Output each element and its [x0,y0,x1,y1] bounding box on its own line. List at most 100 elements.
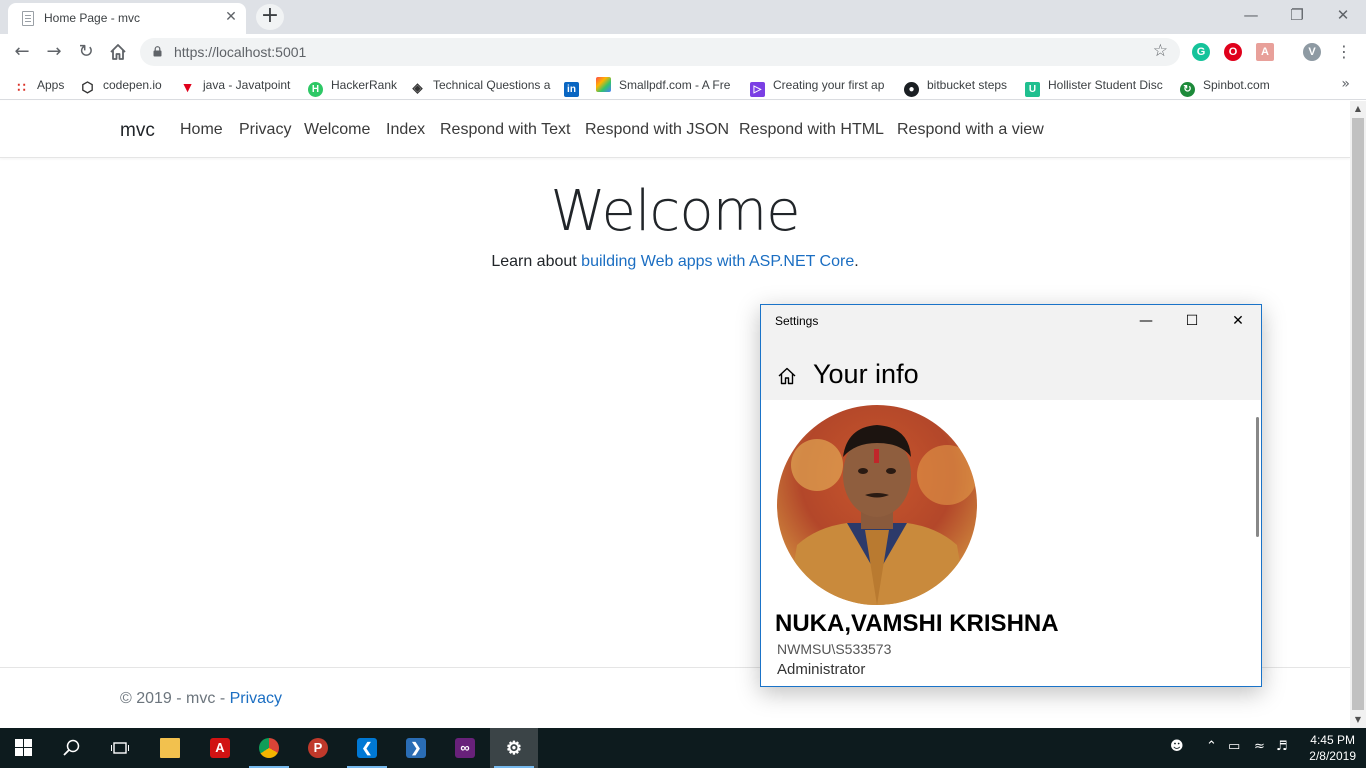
taskbar-clock[interactable]: 4:45 PM 2/8/2019 [1309,732,1356,764]
psiphon-icon: P [308,738,328,758]
volume-icon[interactable]: ♬ [1276,739,1288,754]
site-brand[interactable]: mvc [120,120,155,142]
clock-date: 2/8/2019 [1309,749,1356,763]
aspnet-docs-link[interactable]: building Web apps with ASP.NET Core [581,253,854,270]
page-scrollbar[interactable]: ▲ ▼ [1350,101,1366,728]
bookmark-javatpoint[interactable]: ▼ java - Javatpoint [180,76,291,95]
scroll-down-icon[interactable]: ▼ [1350,712,1366,728]
task-view-button[interactable] [96,728,144,768]
battery-icon[interactable]: ▭ [1228,739,1240,754]
taskbar-psiphon[interactable]: P [294,728,342,768]
linkedin-icon: in [564,82,579,97]
home-button[interactable] [106,40,130,64]
nav-home[interactable]: Home [180,121,223,139]
bookmarks-bar: ∷ Apps ⬡ codepen.io ▼ java - Javatpoint H Ha… [0,70,1366,100]
url-text: https://localhost:5001 [174,44,307,60]
taskbar-visual-studio[interactable]: ∞ [441,728,489,768]
back-button[interactable]: ← [10,40,34,64]
tab-title: Home Page - mvc [44,11,141,25]
reload-button[interactable]: ↻ [74,40,98,64]
nav-welcome[interactable]: Welcome [304,121,370,139]
windows-logo-icon [15,739,32,756]
bookmark-creating-first-app[interactable]: ▷ Creating your first ap [750,76,884,97]
chrome-icon [259,738,279,758]
spinbot-icon: ↻ [1180,82,1195,97]
opera-extension-icon[interactable]: O [1224,43,1242,61]
tab-close-icon[interactable]: ✕ [222,8,240,26]
restore-window-button[interactable]: ❐ [1274,4,1320,26]
dotnet-icon: ▷ [750,82,765,97]
page-favicon-icon [22,11,34,26]
page-title: Welcome [550,179,800,244]
vscode-icon: ❮ [357,738,377,758]
settings-gear-icon: ⚙ [505,738,523,758]
close-window-button[interactable]: ✕ [1320,4,1366,26]
profile-avatar[interactable]: V [1303,43,1321,61]
bookmark-technical-questions[interactable]: ◈ Technical Questions a [410,76,551,95]
settings-maximize-button[interactable]: ☐ [1169,305,1215,337]
taskbar-settings[interactable]: ⚙ [490,728,538,768]
clock-time: 4:45 PM [1310,733,1355,747]
people-icon[interactable]: ☻ [1170,739,1184,754]
apps-grid-icon: ∷ [17,80,26,95]
file-explorer-icon [160,738,180,758]
bookmark-hackerrank[interactable]: H HackerRank [308,76,397,97]
bookmark-spinbot[interactable]: ↻ Spinbot.com [1180,76,1270,97]
bookmark-star-icon[interactable]: ☆ [1153,41,1168,61]
bookmark-bitbucket-steps[interactable]: ● bitbucket steps [904,76,1007,97]
nav-respond-view[interactable]: Respond with a view [897,121,1044,139]
codepen-icon: ⬡ [81,79,94,95]
scroll-up-icon[interactable]: ▲ [1350,101,1366,117]
taskbar-file-explorer[interactable] [146,728,194,768]
user-profile-picture [777,405,977,605]
wifi-icon[interactable]: ≈ [1254,739,1265,754]
user-account-id: NWMSU\S533573 [777,641,892,657]
nav-respond-text[interactable]: Respond with Text [440,121,570,139]
github-icon: ● [904,82,919,97]
start-button[interactable] [0,728,48,768]
javatpoint-icon: ▼ [180,79,195,95]
address-bar[interactable]: https://localhost:5001 ☆ [140,38,1180,66]
site-navbar: mvc Home Privacy Welcome Index Respond w… [0,101,1350,158]
nav-index[interactable]: Index [386,121,425,139]
taskbar-chrome[interactable] [245,728,293,768]
bookmark-hollister[interactable]: U Hollister Student Disc [1025,76,1163,97]
browser-tab-home-page[interactable]: Home Page - mvc ✕ [8,3,246,34]
taskbar-acrobat[interactable]: A [196,728,244,768]
more-bookmarks-icon[interactable]: » [1341,76,1350,92]
pdf-extension-icon[interactable]: A [1256,43,1274,61]
settings-minimize-button[interactable]: — [1123,305,1169,337]
settings-home-icon[interactable] [777,366,797,386]
settings-window: Settings — ☐ ✕ Your info NUKA,VAMSHI KRI… [760,304,1262,687]
minimize-window-button[interactable]: — [1228,4,1274,26]
footer-privacy-link[interactable]: Privacy [230,690,282,707]
hackerrank-icon: H [308,82,323,97]
windows-taskbar: A P ❮ ❯ ∞ ⚙ ☻ ⌃ ▭ ≈ ♬ 4:45 PM 2/8/2019 [0,728,1366,768]
taskbar-vscode[interactable]: ❮ [343,728,391,768]
settings-close-button[interactable]: ✕ [1215,305,1261,337]
nav-respond-html[interactable]: Respond with HTML [739,121,884,139]
browser-menu-icon[interactable]: ⋮ [1332,40,1356,64]
forward-button[interactable]: → [42,40,66,64]
nav-privacy[interactable]: Privacy [239,121,291,139]
bookmark-smallpdf[interactable]: Smallpdf.com - A Fre [596,76,730,94]
settings-page-title: Your info [813,359,919,389]
taskbar-powershell[interactable]: ❯ [392,728,440,768]
bookmark-linkedin[interactable]: in [564,76,587,97]
grammarly-extension-icon[interactable]: G [1192,43,1210,61]
nav-respond-json[interactable]: Respond with JSON [585,121,729,139]
scrollbar-thumb[interactable] [1352,118,1364,710]
search-icon [63,739,80,756]
settings-header: Settings — ☐ ✕ Your info [761,305,1261,400]
footer-text: © 2019 - mvc - Privacy [120,690,283,707]
settings-scrollbar[interactable] [1256,417,1259,537]
user-role: Administrator [777,661,866,678]
browser-tab-strip: Home Page - mvc ✕ + — ❐ ✕ [0,0,1366,34]
lock-icon [153,46,162,57]
acrobat-icon: A [210,738,230,758]
search-button[interactable] [48,728,96,768]
show-hidden-icons-icon[interactable]: ⌃ [1206,739,1217,754]
bookmark-apps[interactable]: ∷ Apps [14,76,64,94]
bookmark-codepen[interactable]: ⬡ codepen.io [80,76,161,95]
new-tab-button[interactable]: + [256,4,284,30]
